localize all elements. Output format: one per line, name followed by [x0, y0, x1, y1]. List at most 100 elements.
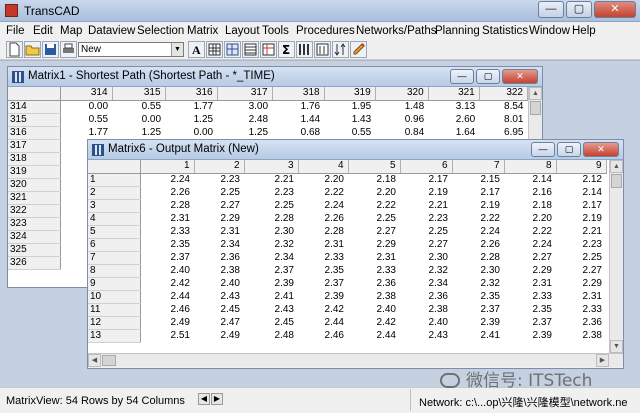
- matrix-cell[interactable]: 2.35: [298, 264, 348, 277]
- matrix-cell[interactable]: 2.39: [504, 329, 556, 342]
- pencil-icon[interactable]: [350, 41, 367, 58]
- row-header[interactable]: 324: [8, 230, 62, 244]
- matrix-cell[interactable]: 2.31: [556, 290, 606, 303]
- matrix-cell[interactable]: 2.21: [556, 225, 606, 238]
- matrix-cell[interactable]: 2.34: [400, 277, 452, 290]
- matrix-cell[interactable]: 2.38: [556, 329, 606, 342]
- matrix-cell[interactable]: 2.31: [194, 225, 244, 238]
- matrix-cell[interactable]: 0.55: [112, 100, 165, 113]
- matrix-cell[interactable]: 2.39: [298, 290, 348, 303]
- column-header[interactable]: 1: [140, 160, 195, 174]
- matrix-cell[interactable]: 2.38: [348, 290, 400, 303]
- matrix-cell[interactable]: 2.43: [400, 329, 452, 342]
- matrix-cell[interactable]: 2.26: [452, 238, 504, 251]
- matrix-cell[interactable]: 2.40: [194, 277, 244, 290]
- matrix-cell[interactable]: 2.46: [140, 303, 194, 316]
- matrix-cell[interactable]: 2.29: [556, 277, 606, 290]
- matrix-cell[interactable]: 2.28: [452, 251, 504, 264]
- matrix-cell[interactable]: 2.21: [400, 199, 452, 212]
- matrix-cell[interactable]: 2.25: [556, 251, 606, 264]
- matrix-cell[interactable]: 2.30: [400, 251, 452, 264]
- menu-window[interactable]: Window: [529, 25, 570, 37]
- matrix-cell[interactable]: 1.76: [272, 100, 324, 113]
- matrix-cell[interactable]: 3.13: [428, 100, 479, 113]
- matrix-cell[interactable]: 2.27: [400, 238, 452, 251]
- column-header[interactable]: 316: [165, 87, 218, 101]
- matrix-cell[interactable]: 2.31: [298, 238, 348, 251]
- matrix-cell[interactable]: 2.27: [194, 199, 244, 212]
- grid-icon[interactable]: [224, 41, 241, 58]
- matrix-cell[interactable]: 2.60: [428, 113, 479, 126]
- scroll-left-arrow-icon[interactable]: ◀: [88, 354, 101, 367]
- status-prev-icon[interactable]: ◀: [198, 393, 210, 405]
- matrix-cell[interactable]: 2.36: [194, 251, 244, 264]
- matrix-cell[interactable]: 2.19: [452, 199, 504, 212]
- row-header[interactable]: 317: [8, 139, 62, 153]
- indices-icon[interactable]: [260, 41, 277, 58]
- matrix-cell[interactable]: 2.40: [348, 303, 400, 316]
- matrix-cell[interactable]: 2.34: [194, 238, 244, 251]
- matrix-cell[interactable]: 2.32: [452, 277, 504, 290]
- matrix-cell[interactable]: 2.41: [244, 290, 298, 303]
- matrix-cell[interactable]: 2.42: [140, 277, 194, 290]
- matrix-cell[interactable]: 2.16: [504, 186, 556, 199]
- matrix-cell[interactable]: 2.43: [244, 303, 298, 316]
- matrix-cell[interactable]: 0.00: [112, 113, 165, 126]
- column-header[interactable]: 3: [244, 160, 299, 174]
- matrix-cell[interactable]: 1.25: [112, 126, 165, 139]
- matrix-cell[interactable]: 2.22: [504, 225, 556, 238]
- table-icon[interactable]: [242, 41, 259, 58]
- matrix-cell[interactable]: 2.17: [556, 199, 606, 212]
- matrix6-close-button[interactable]: ✕: [583, 142, 619, 157]
- scroll-up-arrow-icon[interactable]: ▲: [610, 160, 623, 173]
- scroll-down-arrow-icon[interactable]: ▼: [610, 340, 623, 353]
- row-header[interactable]: 6: [88, 238, 141, 252]
- column-header[interactable]: 315: [112, 87, 166, 101]
- scroll-right-arrow-icon[interactable]: ▶: [596, 354, 609, 367]
- matrix-cell[interactable]: 2.33: [298, 251, 348, 264]
- matrix-cell[interactable]: 2.37: [140, 251, 194, 264]
- matrix-cell[interactable]: 2.23: [556, 238, 606, 251]
- row-header[interactable]: 9: [88, 277, 141, 291]
- row-header[interactable]: 319: [8, 165, 62, 179]
- column-header[interactable]: 321: [428, 87, 480, 101]
- matrix-cell[interactable]: 0.68: [272, 126, 324, 139]
- menu-help[interactable]: Help: [572, 25, 596, 37]
- matrix-cell[interactable]: 2.40: [140, 264, 194, 277]
- matrix-cell[interactable]: 2.45: [244, 316, 298, 329]
- new-file-icon[interactable]: [6, 41, 23, 58]
- matrix-cell[interactable]: 2.35: [504, 303, 556, 316]
- restore-button[interactable]: ▢: [566, 1, 592, 18]
- matrix-cell[interactable]: 2.37: [504, 316, 556, 329]
- matrix-cell[interactable]: 2.23: [400, 212, 452, 225]
- matrix-cell[interactable]: 2.38: [194, 264, 244, 277]
- matrix-cell[interactable]: 2.31: [140, 212, 194, 225]
- row-header[interactable]: 7: [88, 251, 141, 265]
- row-header[interactable]: 314: [8, 100, 62, 114]
- column-header[interactable]: 317: [217, 87, 273, 101]
- matrix-cell[interactable]: 0.84: [375, 126, 428, 139]
- column-header[interactable]: 314: [60, 87, 113, 101]
- matrix-cell[interactable]: 2.24: [298, 199, 348, 212]
- matrix-cell[interactable]: 2.37: [452, 303, 504, 316]
- matrix1-maximize-button[interactable]: ▢: [476, 69, 500, 84]
- matrix-cell[interactable]: 2.33: [140, 225, 194, 238]
- matrix-cell[interactable]: 2.20: [348, 186, 400, 199]
- matrix-cell[interactable]: 2.37: [298, 277, 348, 290]
- menu-file[interactable]: File: [6, 25, 25, 37]
- matrix-cell[interactable]: 2.27: [348, 225, 400, 238]
- matrix-cell[interactable]: 2.24: [140, 173, 194, 186]
- matrix-cell[interactable]: 2.17: [400, 173, 452, 186]
- column-header[interactable]: 5: [348, 160, 401, 174]
- matrix-cell[interactable]: 2.25: [194, 186, 244, 199]
- matrix-cell[interactable]: 2.44: [140, 290, 194, 303]
- matrix-cell[interactable]: 2.26: [298, 212, 348, 225]
- matrix-cell[interactable]: 2.43: [194, 290, 244, 303]
- matrix-cell[interactable]: 1.77: [61, 126, 112, 139]
- matrix-cell[interactable]: 2.41: [452, 329, 504, 342]
- row-header[interactable]: 316: [8, 126, 62, 140]
- matrix-cell[interactable]: 2.48: [244, 329, 298, 342]
- matrix-cell[interactable]: 2.32: [400, 264, 452, 277]
- matrix-cell[interactable]: 1.77: [165, 100, 217, 113]
- row-header[interactable]: 10: [88, 290, 141, 304]
